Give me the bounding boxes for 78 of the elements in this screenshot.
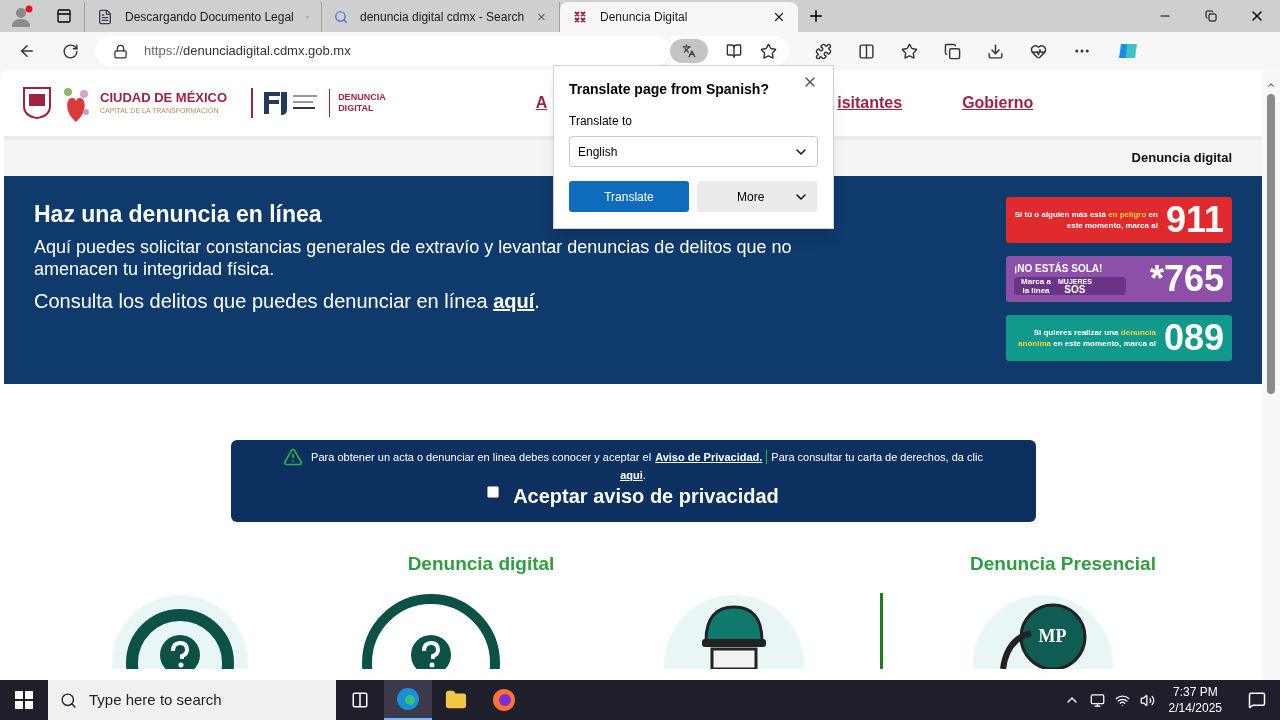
hotline-number: 089 <box>1163 320 1224 356</box>
new-tab-icon[interactable] <box>807 7 825 25</box>
hotline-text: Marca a la línea <box>1020 277 1052 295</box>
search-icon <box>334 10 348 24</box>
clock-time[interactable]: 7:37 PM <box>1172 684 1218 700</box>
more-button[interactable]: More <box>697 181 817 212</box>
popup-label: Translate to <box>569 113 633 130</box>
banner-text: Consulta los delitos que puedes denunciar en línea <box>34 289 489 312</box>
favorite-icon[interactable] <box>760 42 777 60</box>
banner-text: Aquí puedes solicitar constancias generales de extravío y levantar denuncias de delitos que no amenacen tu integridad física. <box>34 235 793 280</box>
favorites-list-icon[interactable] <box>901 42 918 60</box>
back-icon[interactable] <box>18 42 36 60</box>
clock-date[interactable]: 2/14/2025 <box>1168 700 1222 716</box>
translate-icon <box>682 44 696 58</box>
network-icon[interactable] <box>1114 692 1130 708</box>
banner-title: Haz una denuncia en línea <box>34 200 323 229</box>
crimes-link[interactable]: aquí <box>493 289 535 312</box>
collections-icon[interactable] <box>944 42 961 60</box>
browser-tab[interactable]: Denuncia Digital <box>560 2 798 32</box>
firefox-icon[interactable] <box>492 688 516 712</box>
downloads-icon[interactable] <box>987 42 1004 60</box>
scroll-up-icon[interactable] <box>1266 80 1276 90</box>
task-view-icon[interactable] <box>351 691 369 709</box>
banner-punctuation: . <box>534 289 540 312</box>
search-icon <box>60 691 77 709</box>
hotline-number: 911 <box>1165 202 1224 238</box>
nav-link[interactable]: Gobierno <box>962 91 1034 115</box>
popup-title: Translate page from Spanish? <box>569 80 769 99</box>
nav-link[interactable]: isitantes <box>837 91 903 115</box>
volume-icon[interactable] <box>1139 692 1155 708</box>
device-icon[interactable] <box>1089 692 1105 708</box>
hotline-heading: ¡NO ESTÁS SOLA! <box>1014 263 1104 275</box>
question-icon <box>361 592 501 669</box>
edge-icon[interactable] <box>396 687 420 711</box>
site-name: DENUNCIA <box>338 92 386 103</box>
notifications-icon[interactable] <box>1248 691 1266 709</box>
extensions-icon[interactable] <box>815 42 832 60</box>
lock-icon <box>113 43 128 59</box>
url-text: https://denunciadigital.cdmx.gob.mx <box>144 42 352 61</box>
nav-link[interactable]: A <box>535 91 548 115</box>
language-select[interactable]: English <box>569 136 818 167</box>
breadcrumb: Denuncia digital <box>1131 149 1232 168</box>
refresh-icon[interactable] <box>62 42 79 60</box>
notice-text: Para consultar tu carta de derechos, da clic <box>771 450 983 465</box>
privacy-checkbox[interactable] <box>487 486 500 498</box>
site-logo-icon <box>572 9 588 25</box>
restore-icon[interactable] <box>1205 10 1217 22</box>
start-icon[interactable] <box>15 691 33 709</box>
tab-actions-icon[interactable] <box>56 8 72 24</box>
taskbar-search-field[interactable]: Type here to search <box>48 680 336 720</box>
document-icon <box>97 9 113 25</box>
notice-text: Para obtener un acta o denunciar en linea debes conocer y aceptar el <box>311 450 652 465</box>
mp-label: MP <box>1038 624 1067 648</box>
section-title: Denuncia Presencial <box>970 552 1156 576</box>
translate-button[interactable] <box>670 39 708 63</box>
sos-label: SOS <box>1064 284 1086 295</box>
profile-avatar-icon[interactable] <box>10 4 34 28</box>
scrollbar-thumb[interactable] <box>1267 94 1275 394</box>
split-screen-icon[interactable] <box>858 42 875 60</box>
browser-essentials-icon[interactable] <box>1030 42 1047 60</box>
privacy-link[interactable]: Aviso de Privacidad. <box>655 449 763 465</box>
translate-button[interactable]: Translate <box>569 181 689 212</box>
hotline-text: Si tú o alguien más está en peligro en este momento, marca al <box>1014 209 1159 231</box>
coat-of-arms-icon <box>22 86 52 120</box>
section-title: Denuncia digital <box>407 552 555 576</box>
city-name: CIUDAD DE MÉXICO <box>100 89 228 106</box>
file-explorer-icon[interactable] <box>445 689 467 711</box>
notice-punctuation: . <box>642 469 646 481</box>
checkbox-label[interactable]: Aceptar aviso de privacidad <box>513 481 779 511</box>
warning-icon <box>283 447 304 467</box>
address-bar[interactable]: https://denunciadigital.cdmx.gob.mx <box>95 36 670 66</box>
search-placeholder: Type here to search <box>89 689 222 710</box>
rights-link[interactable]: aqui <box>620 469 643 481</box>
hotline-text: Si quieres realizar una denuncia anónima en este momento, marca al <box>1017 327 1157 349</box>
site-name: DIGITAL <box>338 103 375 114</box>
read-aloud-icon[interactable] <box>726 43 742 59</box>
browser-tab[interactable]: Descargando Documento Legal <box>84 2 322 32</box>
hotline-number: *765 <box>1149 261 1224 297</box>
